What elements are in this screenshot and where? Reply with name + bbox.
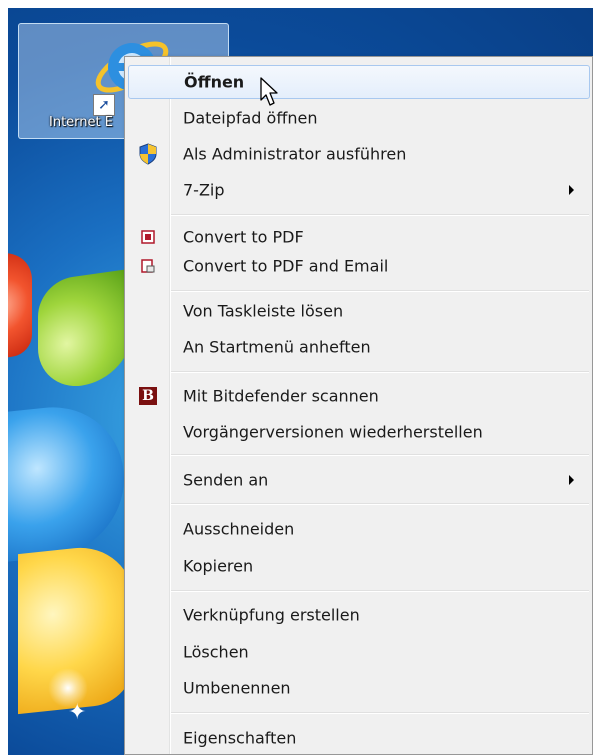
menu-separator — [171, 214, 589, 216]
menu-item-loeschen[interactable]: Löschen — [128, 635, 590, 669]
windows-flag-blue-pane — [8, 399, 124, 563]
menu-item-label: 7-Zip — [183, 180, 225, 200]
submenu-arrow-icon — [569, 475, 574, 485]
menu-item-label: Öffnen — [184, 72, 245, 92]
menu-item-label: Verknüpfung erstellen — [183, 605, 360, 625]
uac-shield-icon — [137, 143, 159, 165]
menu-item-label: Mit Bitdefender scannen — [183, 386, 379, 406]
menu-item-label: Kopieren — [183, 556, 254, 576]
menu-separator — [171, 454, 589, 456]
windows-flag-green-pane — [38, 268, 134, 392]
menu-item-label: Vorgängerversionen wiederherstellen — [183, 422, 483, 442]
pdf-convert-icon — [137, 226, 159, 248]
menu-item-label: Dateipfad öffnen — [183, 108, 318, 128]
menu-item-als-administrator[interactable]: Als Administrator ausführen — [128, 137, 590, 171]
shortcut-arrow-icon: ➚ — [93, 94, 115, 116]
menu-item-oeffnen[interactable]: Öffnen — [128, 65, 590, 99]
bitdefender-letter: B — [139, 387, 157, 405]
menu-item-umbenennen[interactable]: Umbenennen — [128, 671, 590, 705]
menu-item-dateipfad-oeffnen[interactable]: Dateipfad öffnen — [128, 101, 590, 135]
menu-separator — [171, 712, 589, 714]
menu-item-label: Ausschneiden — [183, 519, 295, 539]
menu-item-7zip[interactable]: 7-Zip — [128, 173, 590, 207]
submenu-arrow-icon — [569, 185, 574, 195]
menu-item-label: Convert to PDF and Email — [183, 256, 389, 276]
menu-separator — [171, 371, 589, 373]
menu-item-label: An Startmenü anheften — [183, 337, 371, 357]
menu-item-label: Von Taskleiste lösen — [183, 301, 344, 321]
bitdefender-icon: B — [137, 385, 159, 407]
menu-item-von-taskleiste-loesen[interactable]: Von Taskleiste lösen — [128, 294, 590, 328]
desktop-icon-label: Internet E — [49, 115, 113, 130]
menu-item-ausschneiden[interactable]: Ausschneiden — [128, 512, 590, 546]
menu-item-label: Löschen — [183, 642, 249, 662]
menu-item-an-startmenue-anheften[interactable]: An Startmenü anheften — [128, 330, 590, 364]
menu-item-convert-to-pdf-email[interactable]: Convert to PDF and Email — [128, 249, 590, 283]
menu-item-label: Convert to PDF — [183, 227, 304, 247]
menu-item-label: Eigenschaften — [183, 728, 297, 748]
menu-item-eigenschaften[interactable]: Eigenschaften — [128, 721, 590, 755]
menu-item-label: Umbenennen — [183, 678, 291, 698]
windows-flag-red-pane — [8, 248, 32, 359]
menu-item-label: Als Administrator ausführen — [183, 144, 407, 164]
menu-item-vorgaengerversionen[interactable]: Vorgängerversionen wiederherstellen — [128, 415, 590, 449]
context-menu: Öffnen Dateipfad öffnen Als Administrato… — [124, 56, 593, 755]
menu-separator — [171, 290, 589, 292]
pdf-email-icon — [137, 255, 159, 277]
menu-separator — [171, 590, 589, 592]
mouse-pointer-icon — [260, 77, 278, 106]
menu-item-senden-an[interactable]: Senden an — [128, 463, 590, 497]
menu-item-verknuepfung-erstellen[interactable]: Verknüpfung erstellen — [128, 598, 590, 632]
menu-item-bitdefender-scannen[interactable]: B Mit Bitdefender scannen — [128, 379, 590, 413]
menu-item-label: Senden an — [183, 470, 269, 490]
menu-item-kopieren[interactable]: Kopieren — [128, 549, 590, 583]
menu-separator — [171, 503, 589, 505]
sparkle-icon: ✦ — [68, 700, 87, 725]
